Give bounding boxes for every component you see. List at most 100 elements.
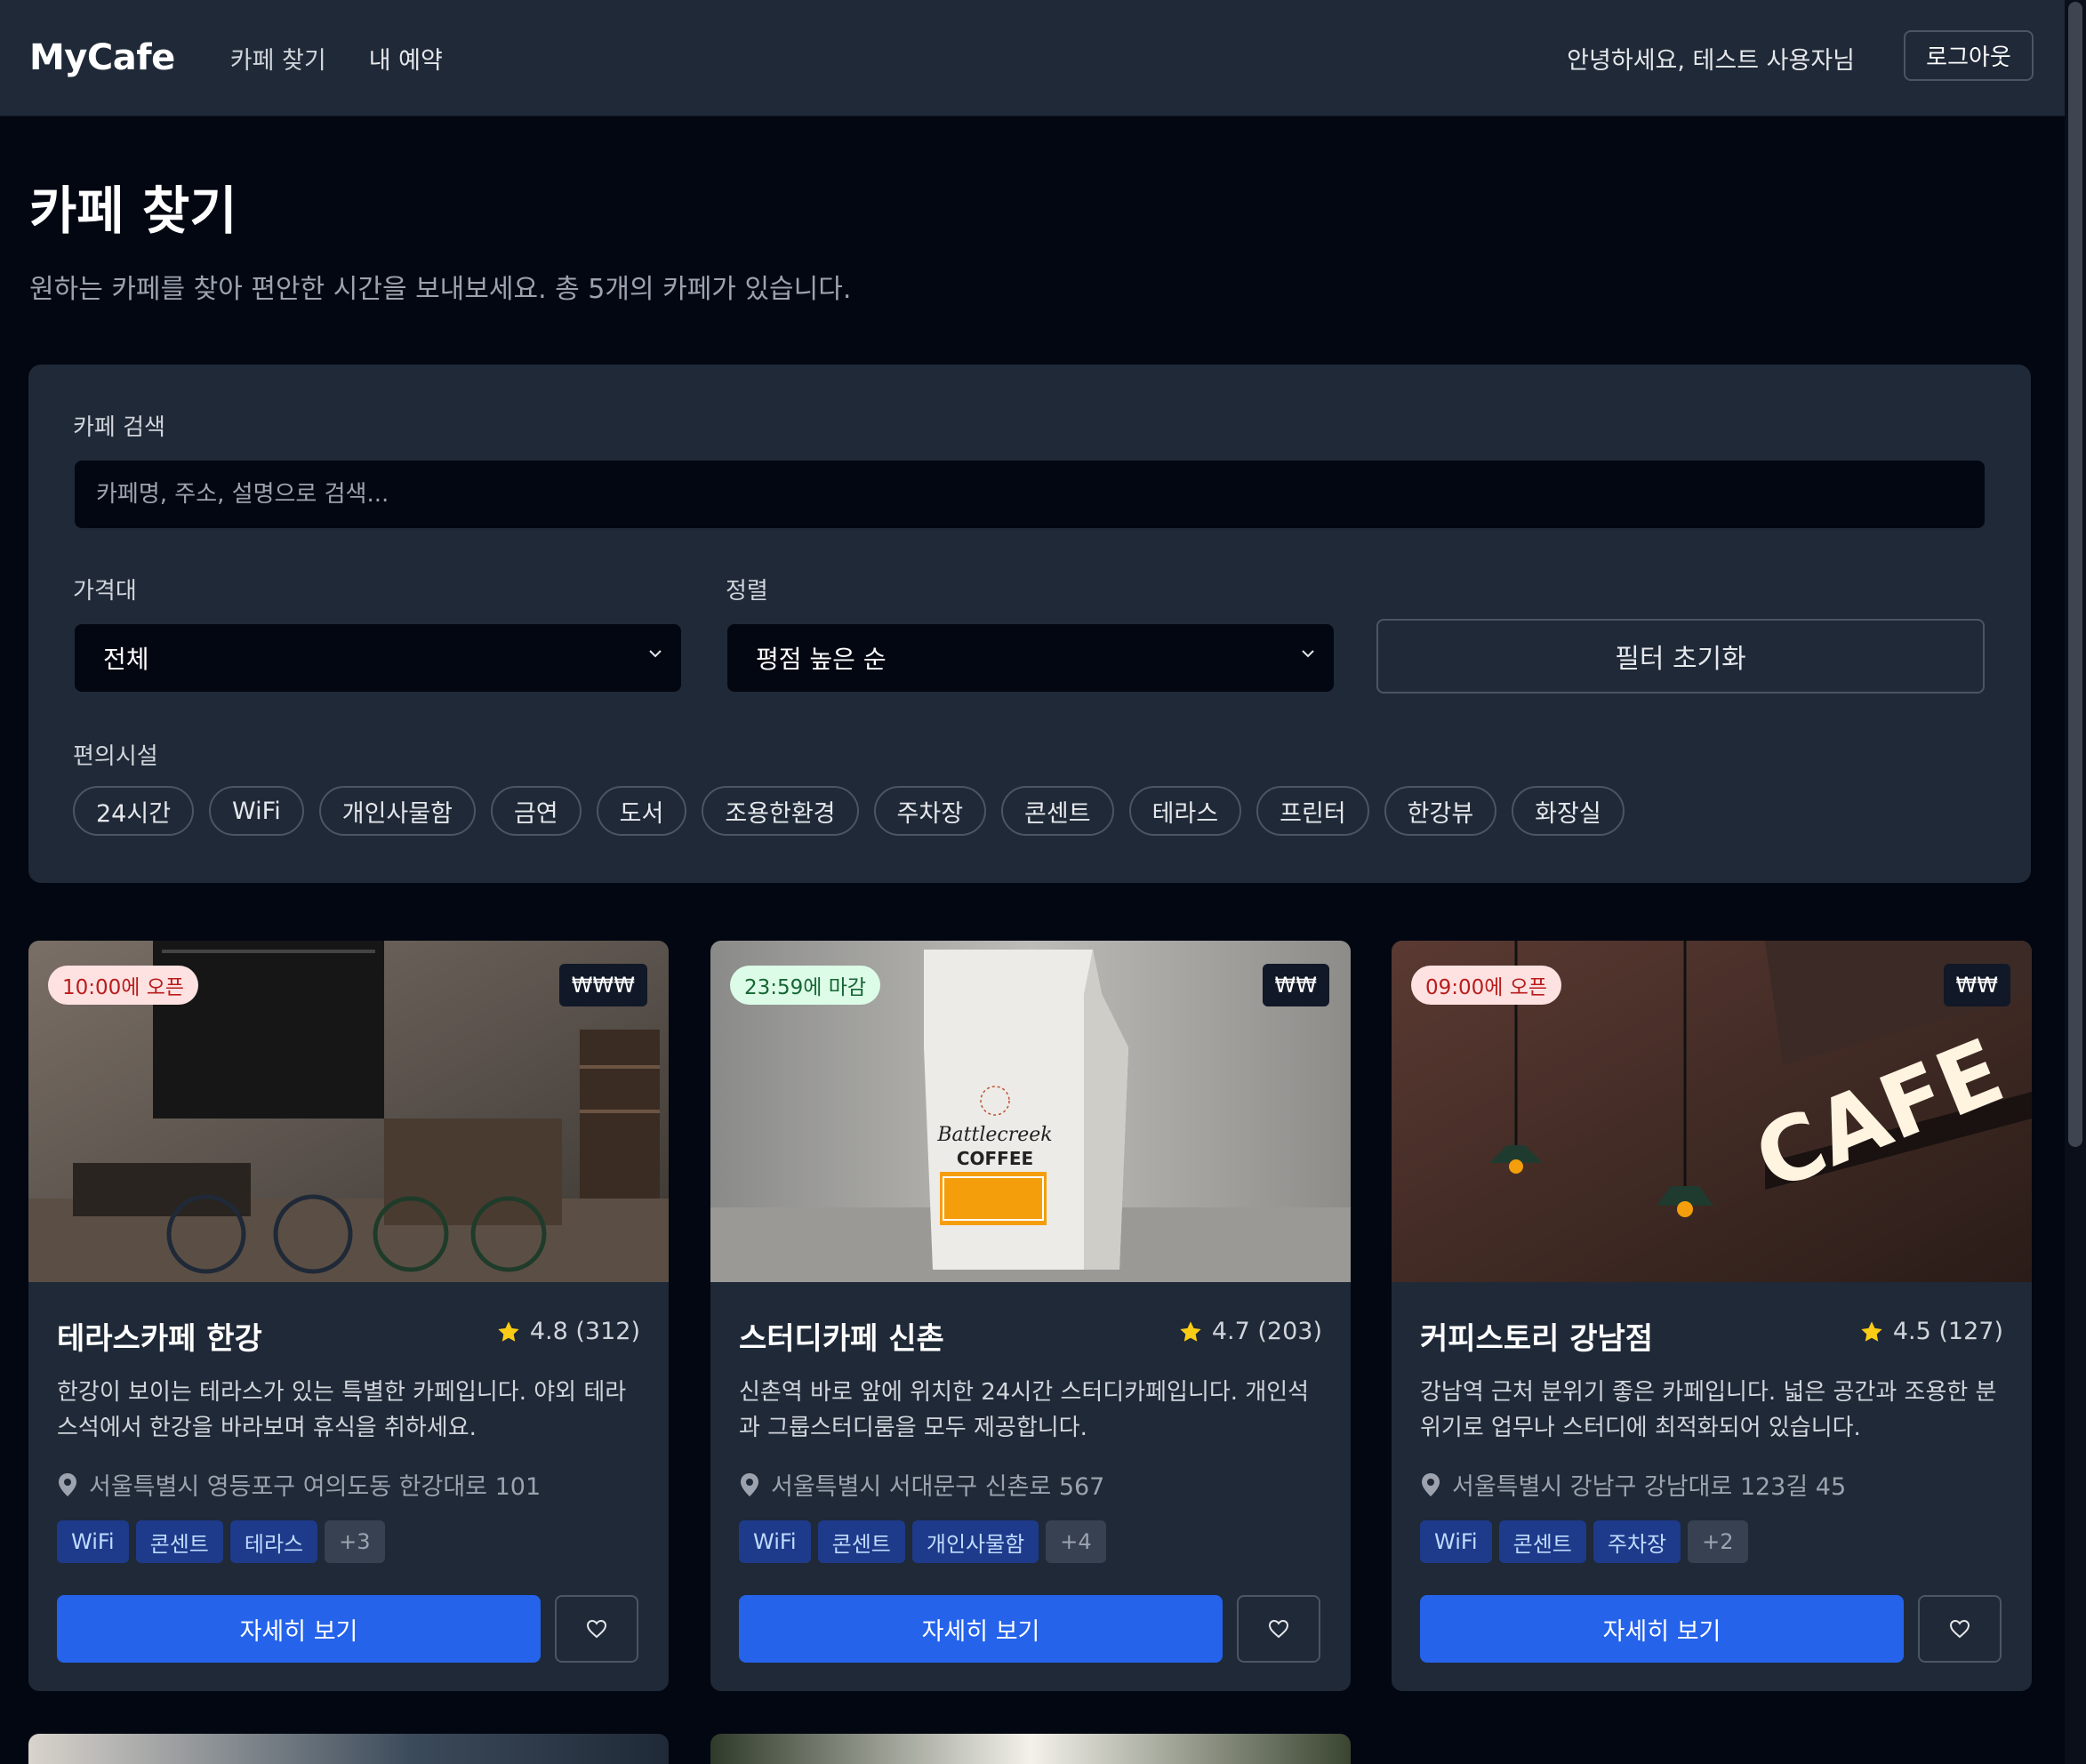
cafe-rating: 4.5 (127)	[1859, 1318, 2003, 1345]
favorite-button[interactable]	[555, 1595, 638, 1663]
amenity-tag: 콘센트	[135, 1520, 223, 1563]
cafe-photo[interactable]: CAFE 09:00에 오픈 ₩₩	[1392, 941, 2032, 1282]
cafe-photo[interactable]: Battlecreek COFFEE 23:59에 마감 ₩₩	[710, 941, 1351, 1282]
amenity-chip[interactable]: 주차장	[873, 786, 987, 836]
address-text: 서울특별시 영등포구 여의도동 한강대로 101	[89, 1473, 542, 1501]
amenity-tag: WiFi	[57, 1520, 129, 1563]
cafe-address: 서울특별시 영등포구 여의도동 한강대로 101	[57, 1467, 541, 1502]
sort-select[interactable]: 평점 높은 순	[727, 624, 1334, 692]
price-label: 가격대	[73, 578, 137, 605]
cafe-card-partial[interactable]	[28, 1734, 669, 1764]
amenity-tag: 콘센트	[817, 1520, 905, 1563]
cafe-name: 테라스카페 한강	[57, 1321, 262, 1357]
nav-find-cafe[interactable]: 카페 찾기	[230, 41, 326, 76]
location-pin-icon	[1422, 1472, 1440, 1496]
cafe-description: 강남역 근처 분위기 좋은 카페입니다. 넓은 공간과 조용한 분위기로 업무나…	[1420, 1379, 1997, 1441]
amenity-chip[interactable]: 한강뷰	[1384, 786, 1497, 836]
svg-text:COFFEE: COFFEE	[957, 1148, 1033, 1169]
amenity-chip[interactable]: 금연	[490, 786, 582, 836]
status-badge: 23:59에 마감	[730, 966, 881, 1005]
price-select[interactable]: 전체	[75, 624, 681, 692]
amenity-tags: WiFi 콘센트 주차장 +2	[1420, 1520, 1748, 1563]
amenity-tags: WiFi 콘센트 개인사물함 +4	[739, 1520, 1106, 1563]
amenity-tags: WiFi 콘센트 테라스 +3	[57, 1520, 385, 1563]
page-subtitle: 원하는 카페를 찾아 편안한 시간을 보내보세요. 총 5개의 카페가 있습니다…	[29, 274, 852, 305]
amenity-chip[interactable]: WiFi	[209, 786, 304, 836]
star-icon	[1180, 1320, 1201, 1342]
view-details-button[interactable]: 자세히 보기	[739, 1595, 1223, 1663]
filter-panel: 카페 검색 가격대 전체 정렬 평점 높은 순 필터 초기화 편의시설 24시간…	[28, 365, 2031, 883]
location-pin-icon	[741, 1472, 758, 1496]
user-greeting: 안녕하세요, 테스트 사용자님	[1567, 46, 1855, 75]
cafe-rating: 4.8 (312)	[496, 1318, 640, 1345]
amenity-tag: 테라스	[229, 1520, 318, 1563]
amenity-chip[interactable]: 도서	[596, 786, 687, 836]
scrollbar-thumb[interactable]	[2068, 2, 2082, 1147]
price-badge: ₩₩	[1943, 964, 2010, 1006]
search-label: 카페 검색	[73, 414, 165, 441]
chevron-down-icon	[649, 650, 662, 658]
cafe-card: 10:00에 오픈 ₩₩₩ 테라스카페 한강 4.8 (312) 한강이 보이는…	[28, 941, 669, 1691]
heart-icon	[586, 1619, 607, 1639]
amenity-tag: 개인사물함	[911, 1520, 1039, 1563]
amenity-chip[interactable]: 테라스	[1128, 786, 1242, 836]
price-select-value: 전체	[103, 645, 149, 674]
star-icon	[1861, 1320, 1882, 1342]
amenity-chip[interactable]: 개인사물함	[318, 786, 476, 836]
sort-label: 정렬	[726, 578, 768, 605]
cafe-card-partial[interactable]	[710, 1734, 1351, 1764]
amenity-tag: 콘센트	[1498, 1520, 1586, 1563]
amenity-chip[interactable]: 화장실	[1512, 786, 1625, 836]
logo[interactable]: MyCafe	[29, 37, 175, 78]
favorite-button[interactable]	[1918, 1595, 2002, 1663]
amenity-chip[interactable]: 조용한환경	[702, 786, 859, 836]
cafe-photo[interactable]: 10:00에 오픈 ₩₩₩	[28, 941, 669, 1282]
status-badge: 10:00에 오픈	[48, 966, 199, 1005]
price-badge: ₩₩₩	[558, 964, 647, 1006]
logout-button[interactable]: 로그아웃	[1904, 30, 2034, 81]
amenity-tag: WiFi	[1420, 1520, 1492, 1563]
cafe-address: 서울특별시 서대문구 신촌로 567	[739, 1467, 1104, 1502]
chevron-down-icon	[1302, 650, 1314, 658]
cafe-name: 커피스토리 강남점	[1420, 1321, 1654, 1357]
amenity-chip[interactable]: 프린터	[1256, 786, 1369, 836]
main-nav: 카페 찾기 내 예약	[230, 41, 485, 76]
cafe-card: Battlecreek COFFEE 23:59에 마감 ₩₩ 스터디카페 신촌…	[710, 941, 1351, 1691]
search-input[interactable]	[75, 461, 1985, 528]
address-text: 서울특별시 서대문구 신촌로 567	[771, 1473, 1105, 1501]
status-badge: 09:00에 오픈	[1411, 966, 1562, 1005]
nav-my-reservations[interactable]: 내 예약	[369, 41, 443, 76]
rating-text: 4.5 (127)	[1892, 1318, 2003, 1345]
sort-select-value: 평점 높은 순	[756, 645, 887, 674]
view-details-button[interactable]: 자세히 보기	[57, 1595, 541, 1663]
amenities-label: 편의시설	[73, 743, 158, 770]
reset-filters-button[interactable]: 필터 초기화	[1376, 619, 1985, 694]
cafe-name: 스터디카페 신촌	[739, 1321, 944, 1357]
price-badge: ₩₩	[1262, 964, 1329, 1006]
cafe-description: 한강이 보이는 테라스가 있는 특별한 카페입니다. 야외 테라스석에서 한강을…	[57, 1379, 627, 1441]
top-navbar: MyCafe 카페 찾기 내 예약 안녕하세요, 테스트 사용자님 로그아웃	[0, 0, 2065, 116]
view-details-button[interactable]: 자세히 보기	[1420, 1595, 1904, 1663]
more-tags-badge: +2	[1688, 1520, 1748, 1563]
cafe-card: CAFE 09:00에 오픈 ₩₩ 커피스토리 강남점 4.5 (127) 강남…	[1392, 941, 2032, 1691]
cafe-rating: 4.7 (203)	[1178, 1318, 1322, 1345]
location-pin-icon	[59, 1472, 76, 1496]
cafe-address: 서울특별시 강남구 강남대로 123길 45	[1420, 1467, 1846, 1502]
page-title: 카페 찾기	[29, 180, 237, 241]
rating-text: 4.8 (312)	[529, 1318, 640, 1345]
amenity-chip[interactable]: 24시간	[73, 786, 195, 836]
address-text: 서울특별시 강남구 강남대로 123길 45	[1452, 1473, 1847, 1501]
favorite-button[interactable]	[1237, 1595, 1320, 1663]
heart-icon	[1949, 1619, 1970, 1639]
scrollbar-track[interactable]	[2065, 0, 2086, 1764]
amenity-chip[interactable]: 콘센트	[1001, 786, 1114, 836]
heart-icon	[1268, 1619, 1289, 1639]
cafe-description: 신촌역 바로 앞에 위치한 24시간 스터디카페입니다. 개인석과 그룹스터디룸…	[739, 1379, 1310, 1441]
svg-text:Battlecreek: Battlecreek	[936, 1124, 1052, 1146]
amenity-chips: 24시간 WiFi 개인사물함 금연 도서 조용한환경 주차장 콘센트 테라스 …	[73, 786, 1625, 836]
amenity-tag: 주차장	[1593, 1520, 1681, 1563]
more-tags-badge: +3	[325, 1520, 385, 1563]
more-tags-badge: +4	[1046, 1520, 1106, 1563]
rating-text: 4.7 (203)	[1211, 1318, 1322, 1345]
amenity-tag: WiFi	[739, 1520, 811, 1563]
